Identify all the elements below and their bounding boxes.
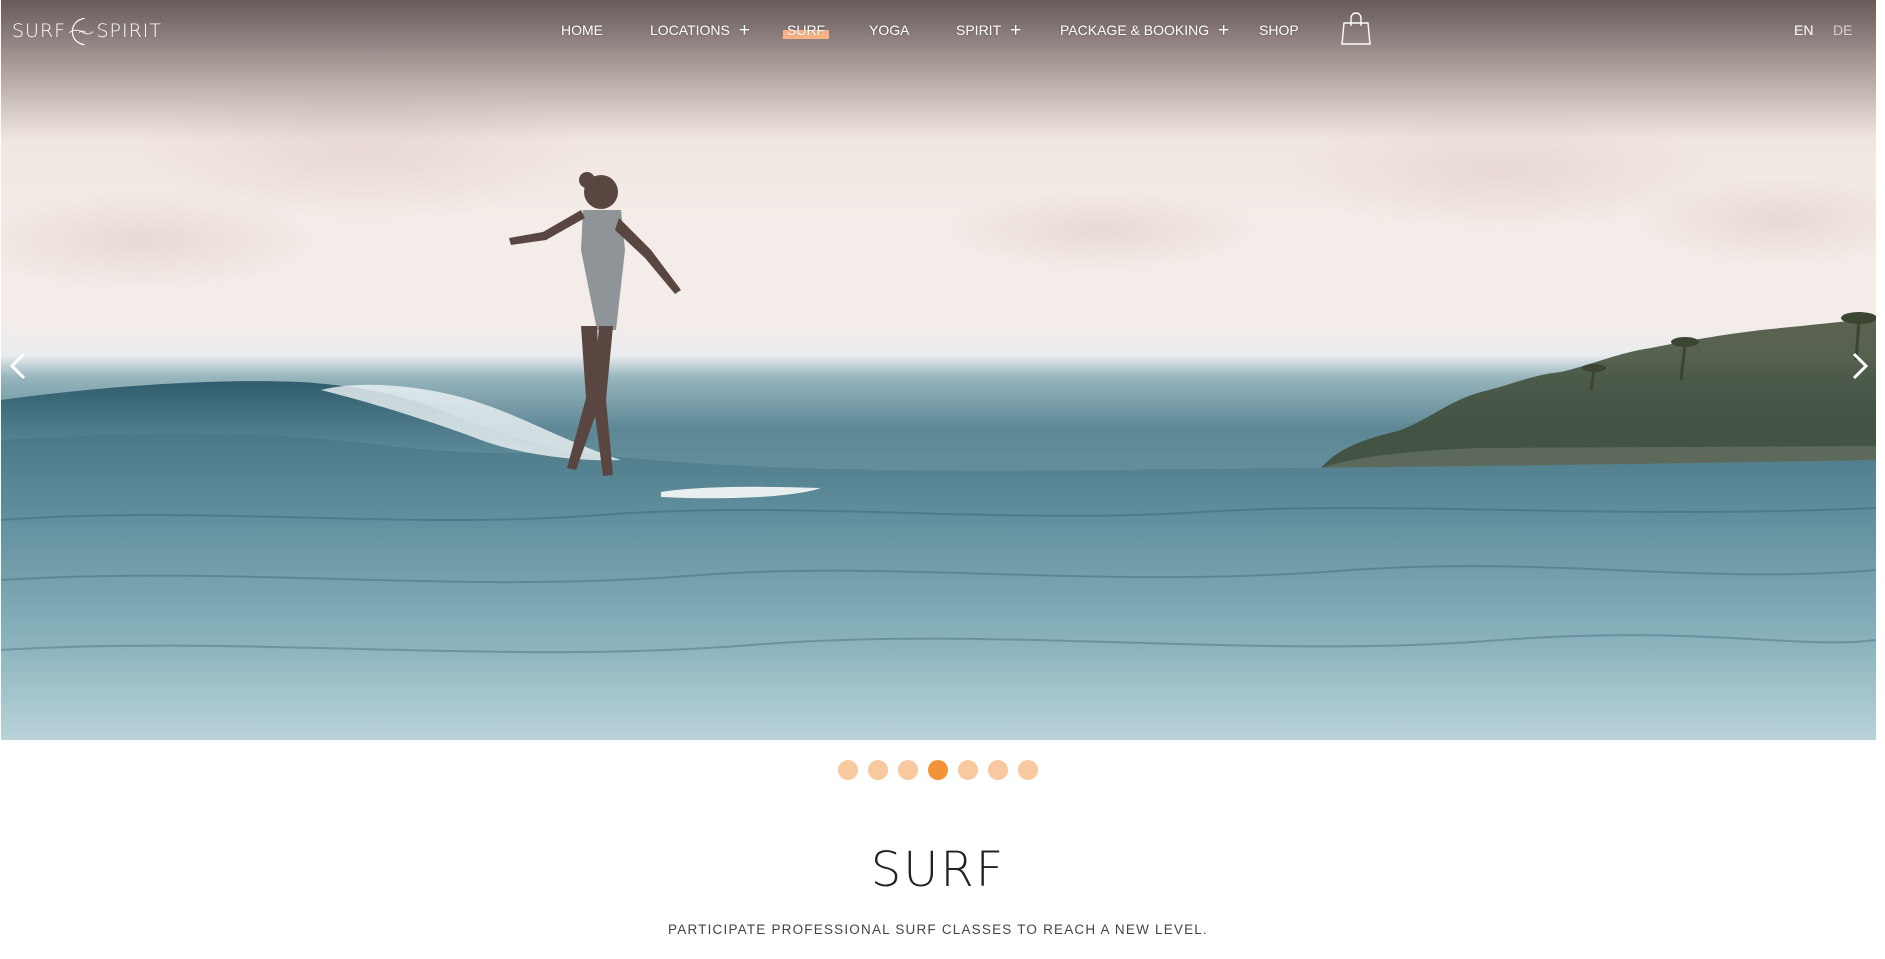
section-subtitle: PARTICIPATE PROFESSIONAL SURF CLASSES TO… [668,922,1208,937]
nav-item-label: YOGA [869,22,910,38]
nav-item-package-booking[interactable]: PACKAGE & BOOKING + [1060,18,1229,42]
nav-item-label: HOME [561,22,603,38]
nav-item-label: SPIRIT [956,22,1002,38]
slider-dot-7[interactable] [1018,760,1038,780]
lang-de[interactable]: DE [1833,18,1852,42]
slider-dot-1[interactable] [838,760,858,780]
chevron-left-icon[interactable] [6,348,32,384]
nav-item-label: PACKAGE & BOOKING [1060,22,1210,38]
lang-en[interactable]: EN [1789,18,1819,42]
nav-item-shop[interactable]: SHOP [1259,18,1299,42]
expand-plus-icon[interactable]: + [1010,21,1021,40]
nav-item-surf[interactable]: SURF [782,18,830,42]
slider-dot-2[interactable] [868,760,888,780]
nav-item-label: LOCATIONS [650,22,730,38]
slider-dots [838,760,1038,782]
shopping-bag-icon[interactable] [1340,12,1372,46]
slider-dot-3[interactable] [898,760,918,780]
hero-slider [1,0,1876,740]
nav-item-label: SURF [787,22,826,38]
nav-item-label: SHOP [1259,22,1299,38]
slider-dot-4[interactable] [928,760,948,780]
nav-item-locations[interactable]: LOCATIONS + [650,18,750,42]
nav-item-home[interactable]: HOME [561,18,603,42]
slider-dot-5[interactable] [958,760,978,780]
chevron-right-icon[interactable] [1846,348,1872,384]
expand-plus-icon[interactable]: + [739,21,750,40]
main-nav: HOME LOCATIONS + SURF YOGA SPIRIT + PACK… [0,18,1885,42]
expand-plus-icon[interactable]: + [1218,21,1229,40]
nav-item-spirit[interactable]: SPIRIT + [956,18,1021,42]
section-title: SURF [870,842,1006,898]
slider-dot-6[interactable] [988,760,1008,780]
nav-item-yoga[interactable]: YOGA [869,18,909,42]
